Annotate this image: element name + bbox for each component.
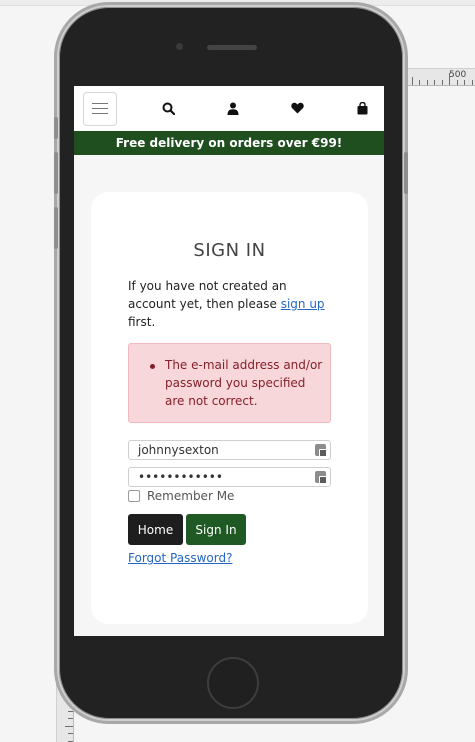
signin-intro-text: If you have not created an account yet, … bbox=[128, 277, 338, 331]
error-message: The e-mail address and/or password you s… bbox=[165, 358, 323, 408]
camera-icon bbox=[176, 43, 183, 50]
ruler-tick bbox=[434, 80, 435, 85]
alert-bullet bbox=[150, 364, 155, 369]
ruler-tick bbox=[68, 710, 73, 712]
ruler-tick bbox=[471, 80, 473, 85]
ruler-tick bbox=[441, 80, 443, 85]
signin-button[interactable]: Sign In bbox=[186, 514, 246, 545]
ruler-tick bbox=[456, 80, 458, 85]
ruler-tick bbox=[68, 733, 73, 734]
ruler-label-500: 500 bbox=[449, 70, 467, 80]
speaker-grille bbox=[207, 45, 257, 50]
intro-text-before: If you have not created an account yet, … bbox=[128, 279, 287, 311]
ruler-tick bbox=[68, 718, 73, 719]
username-field[interactable]: johnnysexton bbox=[128, 440, 331, 460]
ruler-tick bbox=[464, 80, 465, 85]
phone-side-button bbox=[54, 117, 58, 139]
phone-power-button bbox=[404, 152, 408, 194]
heart-icon[interactable] bbox=[289, 100, 305, 116]
remember-me-label: Remember Me bbox=[147, 489, 235, 503]
home-button[interactable]: Home bbox=[128, 514, 183, 545]
error-alert: The e-mail address and/or password you s… bbox=[128, 343, 331, 423]
autofill-key-icon[interactable] bbox=[315, 444, 327, 457]
forgot-password-link[interactable]: Forgot Password? bbox=[128, 551, 232, 565]
ruler-tick bbox=[65, 725, 73, 727]
home-hardware-button[interactable] bbox=[207, 657, 259, 709]
phone-volume-up bbox=[54, 152, 58, 194]
phone-volume-down bbox=[54, 207, 58, 249]
ruler-tick bbox=[411, 77, 413, 85]
password-field[interactable]: •••••••••••• bbox=[128, 467, 331, 487]
navbar bbox=[74, 86, 384, 131]
search-icon[interactable] bbox=[160, 100, 176, 116]
ruler-tick bbox=[419, 80, 420, 85]
signin-card: SIGN IN If you have not created an accou… bbox=[91, 192, 368, 624]
username-value: johnnysexton bbox=[138, 443, 219, 457]
autofill-key-icon[interactable] bbox=[315, 471, 327, 484]
shopping-bag-icon[interactable] bbox=[354, 100, 370, 116]
page-title: SIGN IN bbox=[193, 240, 266, 261]
ruler-tick bbox=[426, 80, 428, 85]
remember-me-checkbox[interactable] bbox=[128, 490, 140, 502]
intro-text-after: first. bbox=[128, 315, 156, 329]
ruler-tick bbox=[68, 740, 73, 742]
user-icon[interactable] bbox=[225, 100, 241, 116]
phone-screen: Free delivery on orders over €99! SIGN I… bbox=[74, 86, 384, 636]
free-delivery-banner: Free delivery on orders over €99! bbox=[74, 131, 384, 155]
remember-me-row[interactable]: Remember Me bbox=[128, 489, 234, 503]
signup-link[interactable]: sign up bbox=[281, 297, 325, 311]
password-value: •••••••••••• bbox=[138, 470, 223, 484]
